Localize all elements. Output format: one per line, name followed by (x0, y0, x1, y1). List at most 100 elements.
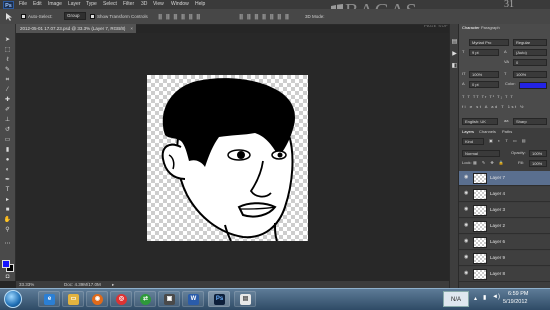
taskbar-chrome[interactable]: ◎ (110, 291, 132, 307)
hand-tool-icon[interactable]: ✋ (3, 216, 12, 224)
brush-tool-icon[interactable]: ✐ (3, 106, 12, 114)
lock-icons[interactable]: ▦ ✎ ✥ 🔒 (473, 160, 506, 166)
visibility-eye-icon[interactable]: ◉ (464, 255, 469, 260)
visibility-eye-icon[interactable]: ◉ (464, 239, 469, 244)
gradient-tool-icon[interactable]: ▮ (3, 146, 12, 154)
menu-select[interactable]: Select (103, 1, 117, 8)
taskbar-explorer[interactable]: ▭ (62, 291, 84, 307)
menu-type[interactable]: Type (86, 1, 97, 8)
quick-select-tool-icon[interactable]: ✎ (3, 66, 12, 74)
close-icon[interactable]: × (130, 24, 133, 33)
visibility-eye-icon[interactable]: ◉ (464, 223, 469, 228)
crop-tool-icon[interactable]: ⌗ (3, 76, 12, 84)
tracking-field[interactable]: 0 (513, 59, 547, 66)
visibility-eye-icon[interactable]: ◉ (464, 207, 469, 212)
taskbar-word[interactable]: W (182, 291, 204, 307)
auto-select-checkbox[interactable] (21, 14, 26, 19)
eyedropper-tool-icon[interactable]: ⁄ (3, 86, 12, 94)
taskbar-firefox[interactable]: ◉ (86, 291, 108, 307)
move-tool-icon[interactable] (4, 12, 14, 21)
show-transform-checkbox[interactable] (90, 14, 95, 19)
font-style-select[interactable]: Regular (513, 39, 547, 46)
menu-layer[interactable]: Layer (68, 1, 81, 8)
fill-field[interactable]: 100% (529, 160, 547, 167)
network-tray-icon[interactable]: ▮ (483, 294, 486, 301)
tab-channels[interactable]: Channels (479, 129, 496, 135)
leading-field[interactable]: (Auto) (513, 49, 547, 56)
lasso-tool-icon[interactable]: ℓ (3, 56, 12, 64)
blur-tool-icon[interactable]: ● (3, 156, 12, 164)
taskbar-utorrent[interactable]: ▣ (158, 291, 180, 307)
start-button[interactable] (4, 290, 22, 308)
menu-image[interactable]: Image (48, 1, 62, 8)
marquee-tool-icon[interactable]: ⬚ (3, 46, 12, 54)
move-tool[interactable]: ➤ (3, 36, 12, 44)
blend-mode-select[interactable]: Normal (462, 150, 500, 157)
tab-paths[interactable]: Paths (502, 129, 512, 135)
language-indicator[interactable]: N/A (443, 291, 469, 307)
menu-help[interactable]: Help (195, 1, 205, 8)
healing-brush-tool-icon[interactable]: ✚ (3, 96, 12, 104)
properties-panel-icon[interactable]: ◧ (451, 62, 458, 70)
antialias-select[interactable]: Sharp (513, 118, 547, 125)
shape-tool-icon[interactable]: ■ (3, 206, 12, 214)
layer-filter-icons[interactable]: ▣ ◐ T ▭ ▤ (489, 138, 528, 144)
font-size-field[interactable]: 9 pt (469, 49, 499, 56)
document-tab[interactable]: 2012-05-01 17.07.23.psd @ 33.3% (Layer 7… (16, 24, 136, 33)
path-select-tool-icon[interactable]: ▸ (3, 196, 12, 204)
distribute-buttons[interactable]: ▐▌ ▐▌ ▐▌ ▐▌ ▐▌ ▐▌ ▐▌ (238, 13, 290, 20)
zoom-level[interactable]: 33.33% (19, 281, 34, 288)
taskbar-document[interactable]: ▤ (234, 291, 256, 307)
history-brush-tool-icon[interactable]: ↺ (3, 126, 12, 134)
type-tool-icon[interactable]: T (3, 186, 12, 194)
quick-mask-icon[interactable]: ◘ (3, 273, 12, 281)
pen-tool-icon[interactable]: ✒ (3, 176, 12, 184)
tray-expand-icon[interactable]: ▴ (474, 295, 477, 302)
clone-stamp-tool-icon[interactable]: ⊥ (3, 116, 12, 124)
text-color-swatch[interactable] (519, 82, 547, 89)
dodge-tool-icon[interactable]: ◐ (3, 166, 12, 174)
language-select[interactable]: English: UK (462, 118, 498, 125)
vertical-scale-field[interactable]: 100% (469, 71, 499, 78)
visibility-eye-icon[interactable]: ◉ (464, 271, 469, 276)
clock-date[interactable]: 5/19/2012 (503, 299, 527, 306)
layer-row[interactable]: ◉ Layer 8 (459, 267, 550, 282)
more-tools-icon[interactable]: ⋯ (3, 240, 12, 248)
layer-row[interactable]: ◉ Layer 3 (459, 203, 550, 218)
menu-3d[interactable]: 3D (141, 1, 147, 8)
layer-row[interactable]: ◉ Layer 2 (459, 219, 550, 234)
layer-filter-kind[interactable]: Kind (462, 138, 484, 145)
menu-window[interactable]: Window (171, 1, 189, 8)
actions-panel-icon[interactable]: ▶ (451, 50, 458, 58)
horizontal-scale-field[interactable]: 100% (513, 71, 547, 78)
layer-row[interactable]: ◉ Layer 7 (459, 171, 550, 186)
history-panel-icon[interactable]: ▤ (451, 38, 458, 46)
visibility-eye-icon[interactable]: ◉ (464, 175, 469, 180)
menu-filter[interactable]: Filter (123, 1, 134, 8)
opentype-buttons[interactable]: fi σ st A ad T 1st ½ (462, 104, 525, 110)
tab-layers[interactable]: Layers (462, 129, 474, 135)
foreground-color-swatch[interactable] (2, 260, 10, 268)
taskbar-photoshop[interactable]: Ps (208, 291, 230, 307)
volume-tray-icon[interactable]: ◄) (492, 294, 500, 300)
opacity-field[interactable]: 100% (529, 150, 547, 157)
status-arrow-icon[interactable]: ▸ (112, 281, 114, 288)
visibility-eye-icon[interactable]: ◉ (464, 191, 469, 196)
align-buttons[interactable]: ▐▌ ▐▌ ▐▌ ▐▌ ▐▌ ▐▌ (157, 13, 202, 20)
eraser-tool-icon[interactable]: ▭ (3, 136, 12, 144)
taskbar-ie[interactable]: e (38, 291, 60, 307)
font-family-select[interactable]: Myriad Pro (469, 39, 509, 46)
tab-paragraph[interactable]: Paragraph (481, 25, 500, 31)
tab-character[interactable]: Character (462, 25, 480, 31)
zoom-tool-icon[interactable]: ⚲ (3, 226, 12, 234)
layer-row[interactable]: ◉ Layer 6 (459, 235, 550, 250)
taskbar-network[interactable]: ⇄ (134, 291, 156, 307)
clock-time[interactable]: 6:59 PM (508, 291, 528, 298)
document-canvas[interactable] (147, 75, 308, 241)
menu-view[interactable]: View (153, 1, 164, 8)
menu-edit[interactable]: Edit (33, 1, 42, 8)
baseline-field[interactable]: 0 pt (469, 81, 499, 88)
menu-file[interactable]: File (19, 1, 27, 8)
auto-select-dropdown[interactable]: Group (64, 12, 86, 20)
layer-row[interactable]: ◉ Layer 9 (459, 251, 550, 266)
